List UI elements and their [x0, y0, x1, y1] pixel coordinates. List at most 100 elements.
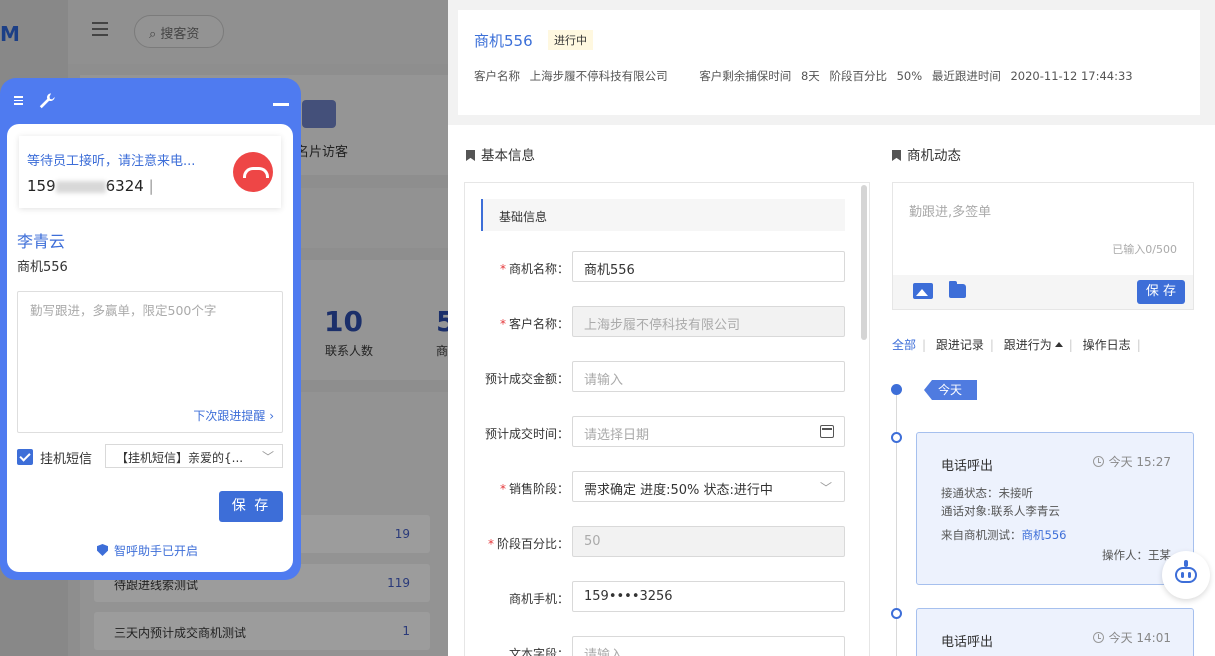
bg-topbar: [68, 0, 448, 64]
hangup-button[interactable]: [233, 152, 273, 192]
status-badge: 进行中: [548, 30, 593, 50]
field-expected-amount: 预计成交金额： 请输入: [465, 361, 865, 393]
field-stage-percent: * 阶段百分比： 50: [465, 526, 865, 558]
source-link[interactable]: 商机556: [1022, 528, 1067, 542]
field-opportunity-name: * 商机名称： 商机556: [465, 251, 865, 283]
bg-stat-value: 10: [324, 305, 363, 338]
sms-checkbox[interactable]: [17, 449, 33, 465]
bookmark-icon: [892, 150, 901, 161]
tab-follow-records[interactable]: 跟进记录: [936, 338, 984, 352]
call-number: 159 6324 |: [27, 177, 154, 195]
field-mobile: 商机手机： 159••••3256: [465, 581, 865, 613]
detail-header: 商机556 进行中 客户名称 上海步履不停科技有限公司 客户剩余捕保时间 8天 …: [458, 10, 1200, 115]
last-follow-value: 2020-11-12 17:44:33: [1010, 69, 1133, 83]
sms-template-select[interactable]: 【挂机短信】亲爱的{... ﹀: [105, 444, 283, 468]
timeline-card: 电话呼出 今天 15:27 接通状态：未接听 通话对象:联系人李青云 来自商机测…: [916, 432, 1194, 585]
detail-main: 基本信息 基础信息 * 商机名称： 商机556 * 客户名称： 上海步履不停科技有限…: [448, 125, 1215, 656]
customer-name-input: 上海步履不停科技有限公司: [572, 306, 845, 337]
bg-search-input[interactable]: ⌕ 搜客资: [134, 15, 224, 48]
calendar-icon: [820, 425, 834, 438]
card-target: 通话对象:联系人李青云: [941, 504, 1060, 518]
expected-amount-input[interactable]: 请输入: [572, 361, 845, 392]
search-icon: ⌕: [149, 27, 157, 42]
widget-save-button[interactable]: 保 存: [219, 491, 283, 522]
hamburger-icon[interactable]: [14, 96, 23, 107]
call-status-box: 等待员工接听，请注意来电... 159 6324 |: [19, 136, 281, 208]
basic-info-heading: 基本信息: [466, 144, 535, 164]
card-time: 今天 15:27: [1092, 453, 1171, 470]
customer-label: 客户名称: [474, 69, 520, 83]
bg-stat-label: 联系人数: [325, 344, 374, 358]
timeline-dot: [891, 432, 902, 443]
dynamics-heading: 商机动态: [892, 144, 961, 164]
bg-list-item[interactable]: 三天内预计成交商机测试 1: [94, 612, 430, 650]
follow-up-editor[interactable]: 勤跟进,多签单 已输入0/500 保 存: [892, 182, 1194, 310]
editor-toolbar: 保 存: [893, 275, 1193, 309]
percent-label: 阶段百分比: [829, 69, 887, 83]
assistant-robot-icon[interactable]: [1162, 551, 1210, 599]
timeline-dot: [891, 384, 902, 395]
wrench-icon[interactable]: [38, 92, 56, 110]
visitor-card-icon: [302, 100, 336, 128]
bg-visit-label: 名片访客: [296, 145, 349, 160]
bg-logo: M: [0, 22, 20, 46]
card-title: 电话呼出: [941, 635, 994, 650]
contact-name[interactable]: 李青云: [17, 228, 65, 252]
card-operator: 操作人：王某: [1102, 548, 1171, 562]
basic-info-form: 基础信息 * 商机名称： 商机556 * 客户名称： 上海步履不停科技有限公司 预计…: [464, 182, 870, 656]
menu-fold-icon[interactable]: [92, 22, 110, 38]
card-status: 接通状态：未接听: [941, 486, 1033, 500]
field-text: 文本字段： 请输入: [465, 636, 865, 656]
days-value: 8天: [800, 69, 820, 83]
sales-stage-select[interactable]: 需求确定 进度:50% 状态:进行中 ﹀: [572, 471, 845, 502]
timeline-dot: [891, 608, 902, 619]
field-expected-date: 预计成交时间： 请选择日期: [465, 416, 865, 448]
mobile-input[interactable]: 159••••3256: [572, 581, 845, 612]
tab-follow-actions[interactable]: 跟进行为: [1004, 338, 1063, 352]
percent-value: 50%: [896, 69, 923, 83]
field-customer-name: * 客户名称： 上海步履不停科技有限公司: [465, 306, 865, 338]
contact-opportunity: 商机556: [17, 260, 68, 275]
tab-operation-log[interactable]: 操作日志: [1083, 338, 1131, 352]
last-follow-label: 最近跟进时间: [931, 69, 1001, 83]
customer-value: 上海步履不停科技有限公司: [529, 69, 668, 83]
today-tag: 今天: [924, 380, 977, 400]
follow-up-placeholder: 勤跟进,多签单: [909, 205, 992, 220]
dynamics-tabs: 全部 | 跟进记录 | 跟进行为 | 操作日志 |: [892, 338, 1141, 352]
form-subhead: 基础信息: [481, 199, 845, 231]
days-label: 客户剩余捕保时间: [699, 69, 792, 83]
folder-icon[interactable]: [949, 281, 966, 298]
bookmark-icon: [466, 150, 475, 161]
text-field-input[interactable]: 请输入: [572, 636, 845, 656]
opportunity-name-input[interactable]: 商机556: [572, 251, 845, 282]
chevron-down-icon: ﹀: [819, 481, 832, 495]
card-source: 来自商机测试：商机556: [941, 528, 1067, 542]
card-title: 电话呼出: [941, 459, 994, 474]
shield-icon: [97, 544, 108, 556]
save-button[interactable]: 保 存: [1137, 280, 1185, 304]
bg-stat-label: 商: [436, 344, 448, 358]
assistant-status: 智呼助手已开启: [97, 542, 198, 559]
next-reminder-link[interactable]: 下次跟进提醒 ›: [193, 407, 274, 424]
image-icon[interactable]: [913, 283, 933, 299]
bg-stat-value: 5: [436, 305, 448, 338]
chevron-down-icon: ﹀: [261, 450, 274, 464]
timeline-card: 电话呼出 今天 14:01: [916, 608, 1194, 656]
tab-all[interactable]: 全部: [892, 338, 916, 352]
follow-up-textarea[interactable]: 勤写跟进，多赢单，限定500个字 下次跟进提醒 ›: [17, 291, 283, 433]
call-status-text: 等待员工接听，请注意来电...: [27, 154, 196, 169]
clock-icon: [1092, 456, 1104, 467]
minimize-button[interactable]: [273, 103, 289, 106]
opportunity-title: 商机556: [474, 32, 533, 50]
clock-icon: [1092, 632, 1104, 643]
sms-checkbox-label: 挂机短信: [40, 452, 93, 467]
expected-date-picker[interactable]: 请选择日期: [572, 416, 845, 447]
stage-percent-input: 50: [572, 526, 845, 557]
card-time: 今天 14:01: [1092, 629, 1171, 646]
widget-body: 等待员工接听，请注意来电... 159 6324 | 李青云 商机556 勤写跟进…: [7, 124, 293, 572]
opportunity-detail-panel: 商机556 进行中 客户名称 上海步履不停科技有限公司 客户剩余捕保时间 8天 …: [448, 0, 1215, 656]
char-count: 已输入0/500: [1112, 243, 1177, 256]
meta-line: 客户名称 上海步履不停科技有限公司 客户剩余捕保时间 8天 阶段百分比 50% …: [474, 68, 1139, 84]
caret-up-icon: [1054, 342, 1063, 347]
field-sales-stage: * 销售阶段： 需求确定 进度:50% 状态:进行中 ﹀: [465, 471, 865, 503]
